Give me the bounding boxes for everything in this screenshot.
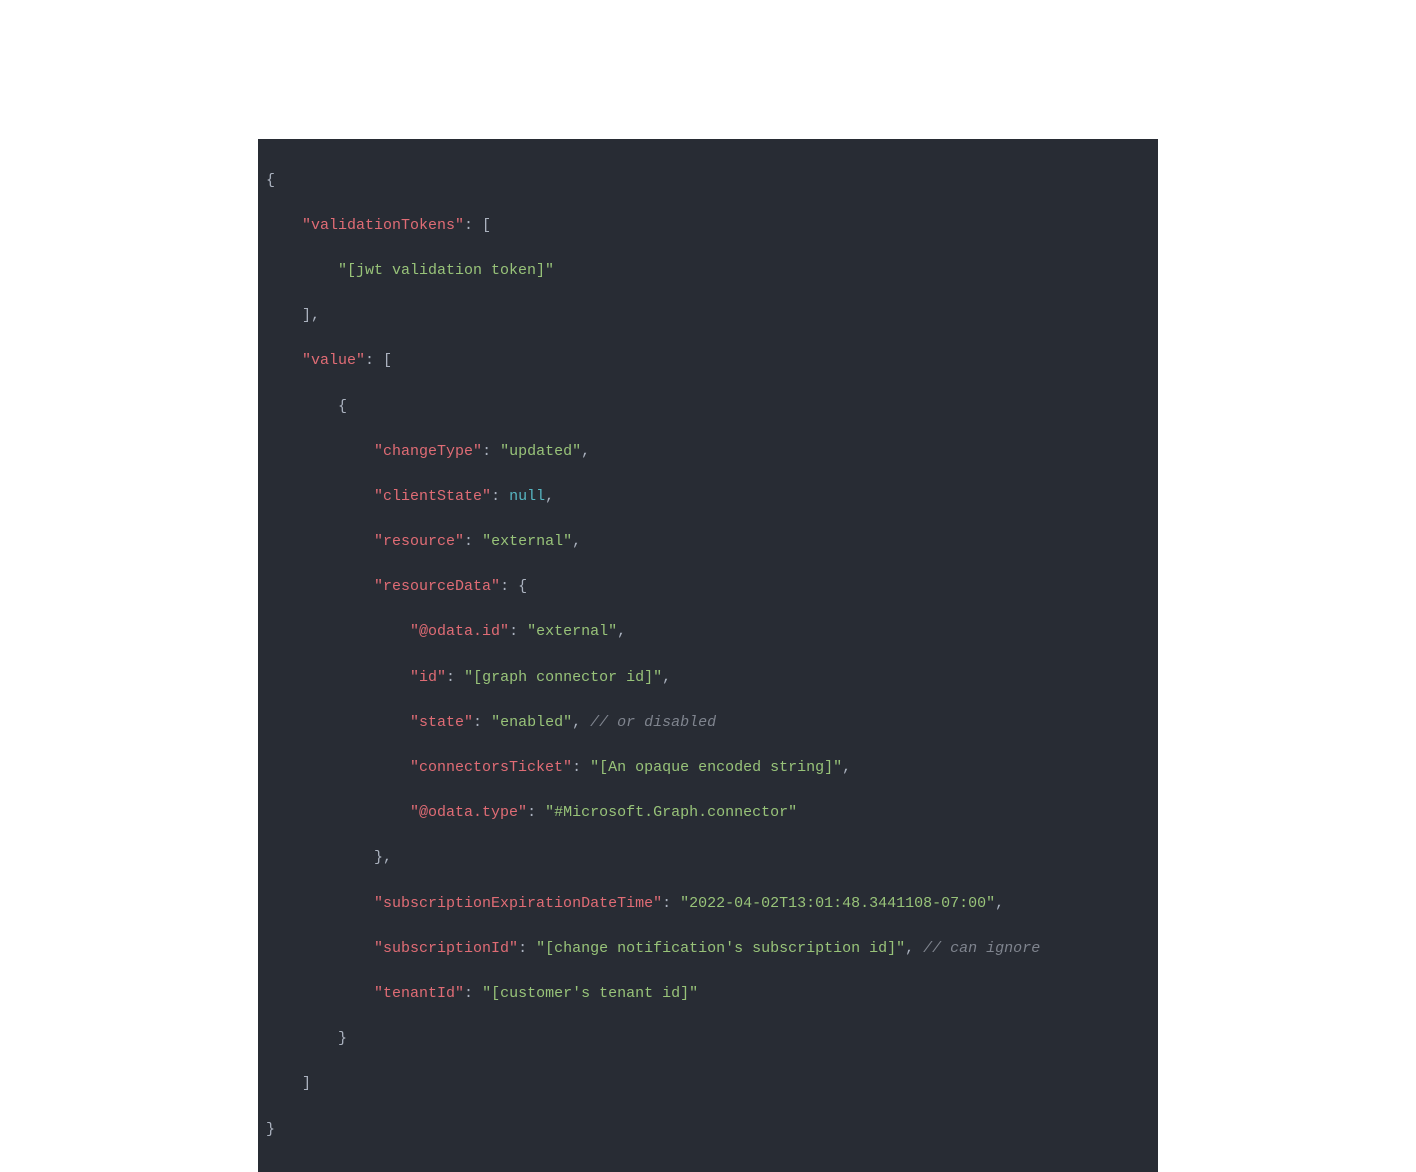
value-external2: "external" (527, 623, 617, 640)
punct: ], (302, 307, 320, 324)
brace-open: { (338, 398, 347, 415)
code-line: { (258, 170, 1158, 193)
key-validationTokens: "validationTokens" (302, 217, 464, 234)
value-subscription-id: "[change notification's subscription id]… (536, 940, 905, 957)
value-opaque-string: "[An opaque encoded string]" (590, 759, 842, 776)
brace-close: } (266, 1121, 275, 1138)
key-subscriptionId: "subscriptionId" (374, 940, 518, 957)
value-jwt-token: "[jwt validation token]" (338, 262, 554, 279)
value-graph-connector-id: "[graph connector id]" (464, 669, 662, 686)
key-value: "value" (302, 352, 365, 369)
code-line: "@odata.id": "external", (258, 621, 1158, 644)
value-connector-type: "#Microsoft.Graph.connector" (545, 804, 797, 821)
punct: : (662, 895, 680, 912)
punct: : (491, 488, 509, 505)
code-line: "[jwt validation token]" (258, 260, 1158, 283)
code-line: "tenantId": "[customer's tenant id]" (258, 983, 1158, 1006)
brace-open: { (266, 172, 275, 189)
value-updated: "updated" (500, 443, 581, 460)
code-line: "value": [ (258, 350, 1158, 373)
key-resourceData: "resourceData" (374, 578, 500, 595)
punct: : (482, 443, 500, 460)
key-subscriptionExpirationDateTime: "subscriptionExpirationDateTime" (374, 895, 662, 912)
value-tenant-id: "[customer's tenant id]" (482, 985, 698, 1002)
code-line: "resourceData": { (258, 576, 1158, 599)
brace-close: } (338, 1030, 347, 1047)
code-line: "connectorsTicket": "[An opaque encoded … (258, 757, 1158, 780)
code-line: "id": "[graph connector id]", (258, 667, 1158, 690)
code-line: "changeType": "updated", (258, 441, 1158, 464)
punct: , (905, 940, 914, 957)
code-line: "@odata.type": "#Microsoft.Graph.connect… (258, 802, 1158, 825)
code-line: "subscriptionId": "[change notification'… (258, 938, 1158, 961)
punct: : (518, 940, 536, 957)
json-code-block: { "validationTokens": [ "[jwt validation… (258, 139, 1158, 1172)
key-tenantId: "tenantId" (374, 985, 464, 1002)
code-line: "validationTokens": [ (258, 215, 1158, 238)
key-changeType: "changeType" (374, 443, 482, 460)
value-null: null (509, 488, 545, 505)
punct: , (572, 533, 581, 550)
punct: : (464, 985, 482, 1002)
punct: , (572, 714, 581, 731)
punct: : (527, 804, 545, 821)
punct: : (464, 533, 482, 550)
punct: , (581, 443, 590, 460)
key-odata-type: "@odata.type" (410, 804, 527, 821)
key-clientState: "clientState" (374, 488, 491, 505)
value-enabled: "enabled" (491, 714, 572, 731)
punct: : { (500, 578, 527, 595)
comment-can-ignore: // can ignore (923, 940, 1040, 957)
key-state: "state" (410, 714, 473, 731)
code-line: "subscriptionExpirationDateTime": "2022-… (258, 893, 1158, 916)
value-expiration-date: "2022-04-02T13:01:48.3441108-07:00" (680, 895, 995, 912)
punct: , (995, 895, 1004, 912)
punct: : [ (464, 217, 491, 234)
bracket-close: ] (302, 1075, 311, 1092)
code-line: ] (258, 1073, 1158, 1096)
key-connectorsTicket: "connectorsTicket" (410, 759, 572, 776)
value-external: "external" (482, 533, 572, 550)
punct: , (662, 669, 671, 686)
punct: , (545, 488, 554, 505)
key-resource: "resource" (374, 533, 464, 550)
code-line: "resource": "external", (258, 531, 1158, 554)
key-id: "id" (410, 669, 446, 686)
punct: : (446, 669, 464, 686)
code-line: } (258, 1119, 1158, 1142)
comment-or-disabled: // or disabled (590, 714, 716, 731)
code-line: { (258, 396, 1158, 419)
punct: : (572, 759, 590, 776)
punct: : (473, 714, 491, 731)
code-line: "state": "enabled", // or disabled (258, 712, 1158, 735)
key-odata-id: "@odata.id" (410, 623, 509, 640)
code-line: ], (258, 305, 1158, 328)
punct: , (842, 759, 851, 776)
code-line: "clientState": null, (258, 486, 1158, 509)
punct: : [ (365, 352, 392, 369)
code-line: }, (258, 847, 1158, 870)
punct: , (617, 623, 626, 640)
code-line: } (258, 1028, 1158, 1051)
punct: : (509, 623, 527, 640)
punct: }, (374, 849, 392, 866)
